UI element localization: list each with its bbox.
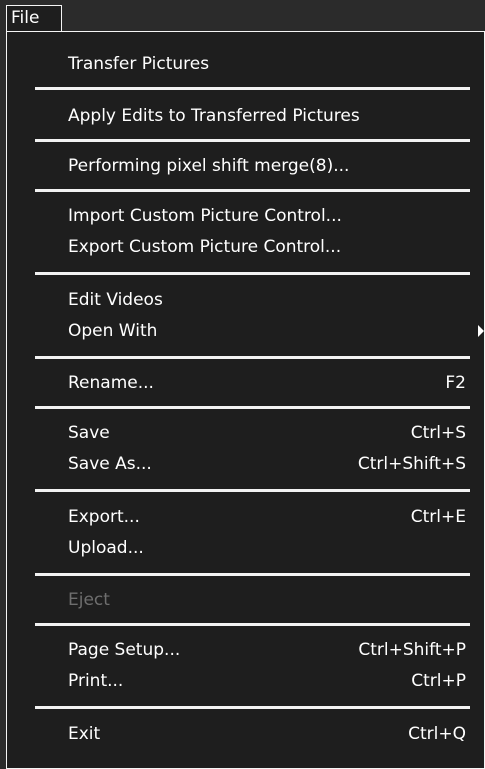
menu-item-upload[interactable]: Upload... (7, 532, 484, 564)
menu-item-shortcut: Ctrl+Shift+P (358, 640, 466, 660)
menu-item-label: Apply Edits to Transferred Pictures (68, 106, 360, 126)
menu-separator (35, 189, 470, 192)
menu-item-label: Import Custom Picture Control... (68, 206, 342, 226)
menu-item-shortcut: Ctrl+Q (408, 724, 466, 744)
menu-item-pixel-shift-merge[interactable]: Performing pixel shift merge(8)... (7, 150, 484, 182)
menu-item-shortcut: Ctrl+E (410, 507, 466, 527)
submenu-arrow-icon (478, 325, 484, 337)
menu-item-eject: Eject (7, 584, 484, 616)
menu-item-save-as[interactable]: Save As... Ctrl+Shift+S (7, 448, 484, 480)
menu-bar: File (0, 0, 485, 32)
menu-item-shortcut: Ctrl+P (411, 671, 466, 691)
menu-item-label: Rename... (68, 373, 154, 393)
menu-item-save[interactable]: Save Ctrl+S (7, 417, 484, 449)
menu-separator (35, 573, 470, 576)
menu-item-label: Transfer Pictures (68, 54, 210, 74)
menu-item-page-setup[interactable]: Page Setup... Ctrl+Shift+P (7, 634, 484, 666)
menu-item-shortcut: Ctrl+Shift+S (357, 454, 466, 474)
menu-item-label: Save (68, 423, 110, 443)
menu-item-label: Print... (68, 671, 124, 691)
menu-item-apply-edits[interactable]: Apply Edits to Transferred Pictures (7, 100, 484, 132)
menu-item-label: Edit Videos (68, 290, 163, 310)
menu-separator (35, 356, 470, 359)
menu-item-label: Export Custom Picture Control... (68, 237, 342, 257)
menu-item-shortcut: F2 (445, 373, 466, 393)
menu-item-export[interactable]: Export... Ctrl+E (7, 501, 484, 533)
menu-item-print[interactable]: Print... Ctrl+P (7, 665, 484, 697)
menu-separator (35, 489, 470, 492)
menu-separator (35, 87, 470, 90)
menu-item-label: Page Setup... (68, 640, 181, 660)
file-menu-dropdown: Transfer Pictures Apply Edits to Transfe… (6, 31, 485, 769)
menu-item-label: Exit (68, 724, 101, 744)
menu-item-open-with[interactable]: Open With (7, 315, 484, 347)
menu-item-export-custom-picture-control[interactable]: Export Custom Picture Control... (7, 231, 484, 263)
menu-item-label: Eject (68, 590, 110, 610)
menu-item-transfer-pictures[interactable]: Transfer Pictures (7, 48, 484, 80)
menu-file[interactable]: File (6, 5, 62, 31)
menu-separator (35, 406, 470, 409)
menu-item-label: Performing pixel shift merge(8)... (68, 156, 350, 176)
menu-separator (35, 139, 470, 142)
menu-item-label: Open With (68, 321, 158, 341)
menu-separator (35, 272, 470, 275)
menu-item-label: Upload... (68, 538, 144, 558)
menu-separator (35, 623, 470, 626)
menu-separator (35, 706, 470, 709)
menu-item-label: Save As... (68, 454, 152, 474)
menu-item-import-custom-picture-control[interactable]: Import Custom Picture Control... (7, 200, 484, 232)
menu-item-rename[interactable]: Rename... F2 (7, 367, 484, 399)
menu-item-edit-videos[interactable]: Edit Videos (7, 284, 484, 316)
menu-item-label: Export... (68, 507, 140, 527)
menu-item-shortcut: Ctrl+S (410, 423, 466, 443)
menu-item-exit[interactable]: Exit Ctrl+Q (7, 718, 484, 750)
